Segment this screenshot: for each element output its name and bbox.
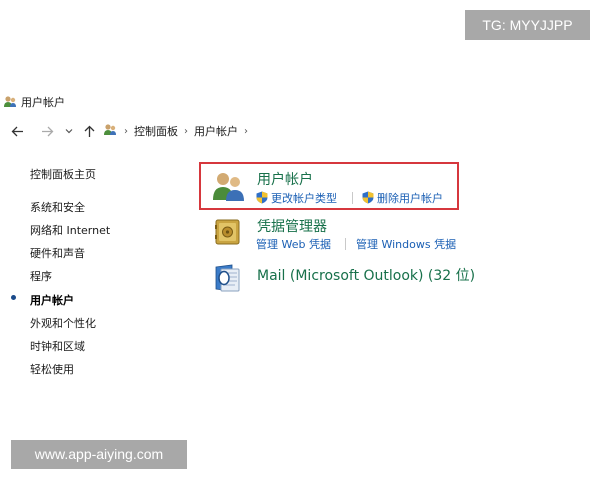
address-bar[interactable]: › 控制面板 › 用户帐户 › (103, 120, 254, 142)
manage-windows-credentials-link[interactable]: 管理 Windows 凭据 (356, 236, 456, 252)
back-arrow-icon (11, 126, 23, 136)
sidebar-item-network[interactable]: 网络和 Internet (30, 222, 110, 238)
users-small-icon (3, 93, 17, 112)
group-title-credential-manager[interactable]: 凭据管理器 (257, 216, 327, 236)
users-icon[interactable] (212, 170, 246, 206)
up-arrow-icon (84, 125, 94, 137)
watermark-tg: TG: MYYJJPP (465, 10, 590, 40)
breadcrumb-chevron-icon: › (184, 125, 188, 137)
credential-vault-icon[interactable] (215, 218, 241, 250)
sidebar-item-programs[interactable]: 程序 (30, 268, 52, 284)
manage-web-credentials-link[interactable]: 管理 Web 凭据 (256, 236, 331, 252)
sidebar-item-clock-region[interactable]: 时钟和区域 (30, 338, 85, 354)
sidebar-item-appearance[interactable]: 外观和个性化 (30, 315, 96, 331)
change-account-type-link[interactable]: 更改帐户类型 (256, 190, 337, 206)
sidebar-home-link[interactable]: 控制面板主页 (30, 166, 96, 182)
link-divider (352, 192, 353, 204)
remove-user-accounts-label: 删除用户帐户 (377, 192, 443, 205)
forward-button[interactable] (38, 121, 56, 141)
chevron-down-icon (65, 129, 73, 134)
forward-arrow-icon (41, 126, 53, 136)
up-button[interactable] (80, 121, 98, 141)
uac-shield-icon (362, 191, 374, 204)
breadcrumb-user-accounts[interactable]: 用户帐户 (194, 123, 238, 139)
watermark-site: www.app-aiying.com (11, 440, 187, 469)
sidebar-item-hardware-sound[interactable]: 硬件和声音 (30, 245, 85, 261)
control-panel-small-icon (103, 123, 118, 139)
navigation-bar: › 控制面板 › 用户帐户 › (0, 119, 600, 143)
group-title-mail[interactable]: Mail (Microsoft Outlook) (32 位) (257, 265, 475, 285)
breadcrumb-control-panel[interactable]: 控制面板 (134, 123, 178, 139)
link-divider (345, 238, 346, 250)
back-button[interactable] (8, 121, 26, 141)
recent-locations-dropdown[interactable] (63, 121, 75, 141)
change-account-type-label: 更改帐户类型 (271, 192, 337, 205)
window-title-label: 用户帐户 (21, 96, 65, 109)
group-title-user-accounts[interactable]: 用户帐户 (257, 169, 313, 189)
sidebar-item-system-security[interactable]: 系统和安全 (30, 199, 85, 215)
breadcrumb-chevron-icon: › (124, 125, 128, 137)
uac-shield-icon (256, 191, 268, 204)
window-title: 用户帐户 (3, 94, 65, 110)
remove-user-accounts-link[interactable]: 删除用户帐户 (362, 190, 443, 206)
sidebar-item-ease-of-access[interactable]: 轻松使用 (30, 361, 74, 377)
active-item-bullet (11, 295, 16, 300)
breadcrumb-chevron-icon: › (244, 125, 248, 137)
sidebar-item-user-accounts[interactable]: 用户帐户 (30, 292, 74, 308)
mail-icon[interactable] (213, 262, 243, 298)
